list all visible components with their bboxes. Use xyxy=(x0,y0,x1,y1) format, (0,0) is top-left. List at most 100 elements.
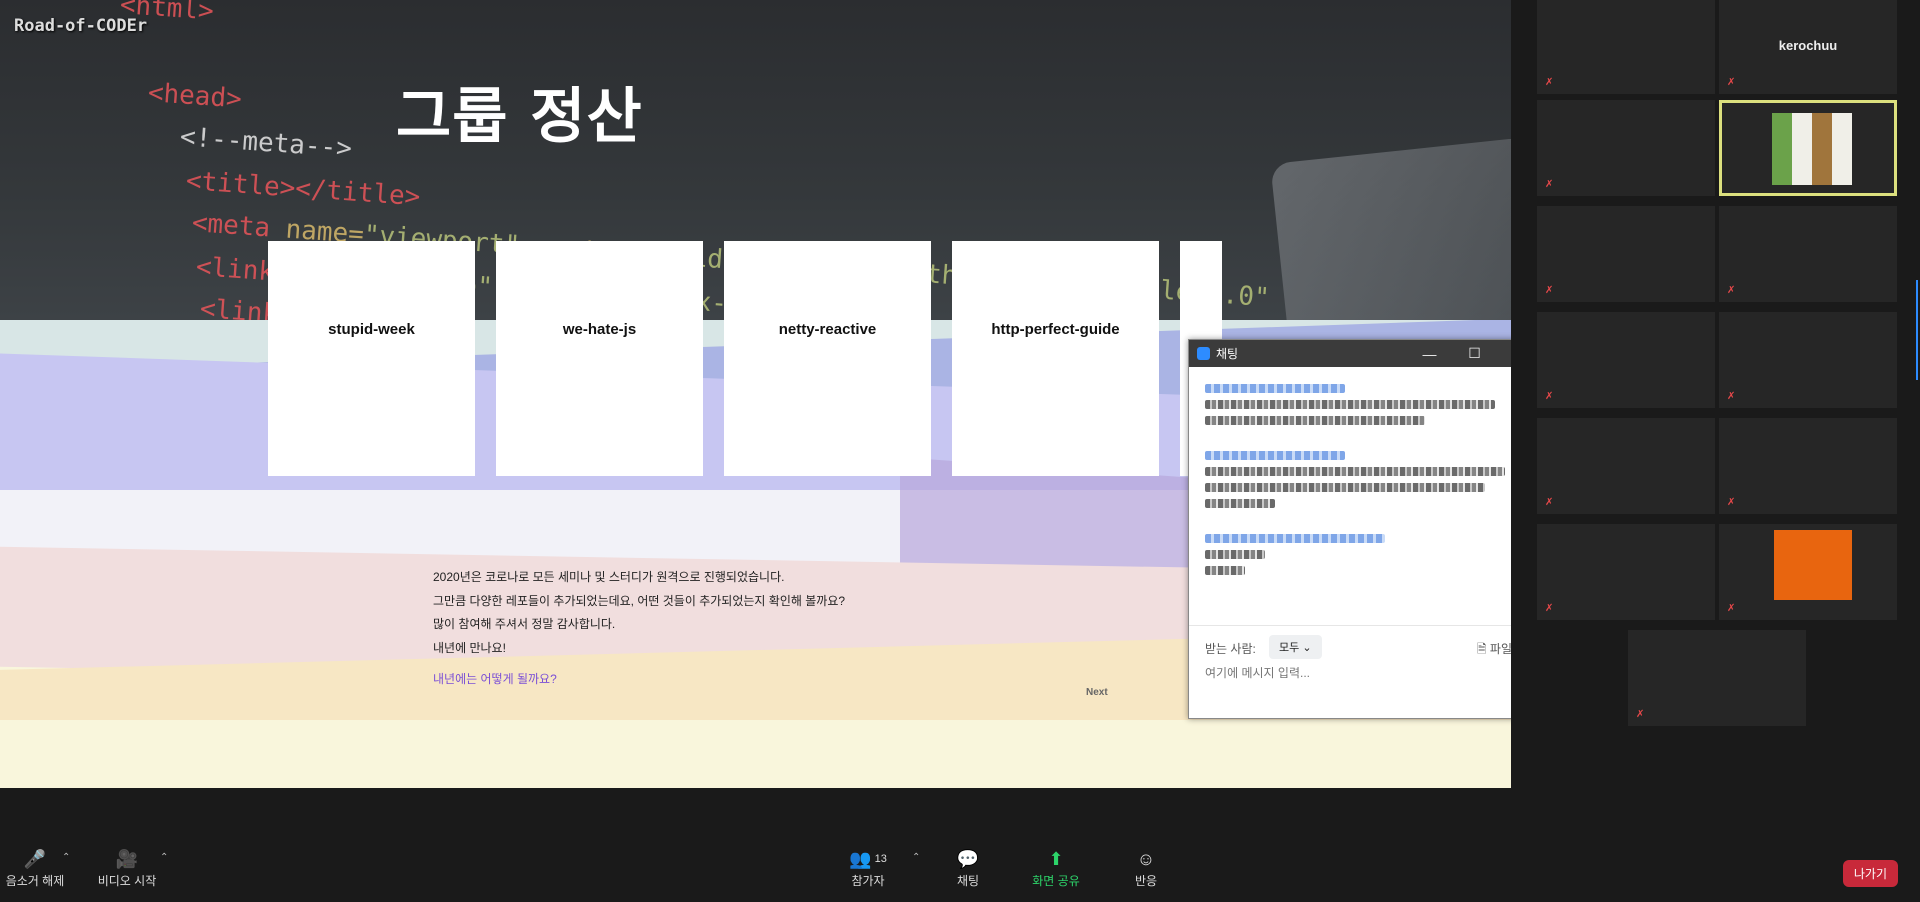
muted-mic-icon: ✗ xyxy=(1727,497,1736,508)
muted-mic-icon: ✗ xyxy=(1727,285,1736,296)
chat-message-sender xyxy=(1205,534,1385,543)
repo-card-label: netty-reactive xyxy=(778,321,877,338)
participant-tile[interactable]: ✗ xyxy=(1537,0,1715,94)
monitor-shape xyxy=(1270,136,1511,320)
chat-button[interactable]: 💬 채팅 xyxy=(948,846,988,889)
chat-label: 채팅 xyxy=(956,874,980,888)
participant-name: kerochuu xyxy=(1778,38,1838,53)
muted-mic-icon: ✗ xyxy=(1545,497,1554,508)
file-button-label: 파일 xyxy=(1489,642,1512,656)
repo-card[interactable]: stupid-week xyxy=(268,241,475,476)
chat-footer: 받는 사람: 모두 ⌄ 🗎 파일 xyxy=(1189,625,1542,720)
muted-mic-icon: ✗ xyxy=(1727,77,1736,88)
muted-mic-icon: ✗ xyxy=(1545,77,1554,88)
summary-paragraph: 2020년은 코로나로 모든 세미나 및 스터디가 원격으로 진행되었습니다. … xyxy=(433,566,845,660)
muted-mic-icon: ✗ xyxy=(1545,285,1554,296)
participant-tile[interactable]: ✗ xyxy=(1537,312,1715,408)
chat-message-text xyxy=(1205,566,1245,575)
repo-card-label: http-perfect-guide xyxy=(991,321,1120,338)
muted-mic-icon: ✗ xyxy=(1727,391,1736,402)
repo-card[interactable]: http-perfect-guide xyxy=(952,241,1159,476)
participant-tile[interactable]: ✗ xyxy=(1537,418,1715,514)
chat-window: 채팅 — ☐ ✕ 받는 사람: 모두 ⌄ 🗎 파일 xyxy=(1188,339,1543,719)
leave-button[interactable]: 나가기 xyxy=(1842,860,1898,887)
participant-tile[interactable]: ✗ xyxy=(1719,524,1897,620)
code-line: <!--meta--> xyxy=(178,122,353,164)
maximize-icon[interactable]: ☐ xyxy=(1452,340,1497,367)
share-screen-button[interactable]: ⬆ 화면 공유 xyxy=(1026,846,1086,889)
participant-tile[interactable]: ✗ xyxy=(1537,524,1715,620)
share-screen-icon: ⬆ xyxy=(1048,848,1064,869)
participants-button[interactable]: 👥 13 참가자 xyxy=(840,846,896,889)
participant-tile[interactable]: kerochuu ✗ xyxy=(1719,0,1897,94)
repo-card-label: we-hate-js xyxy=(562,321,637,338)
code-line: <title></title> xyxy=(184,166,422,213)
reactions-button[interactable]: ☺ 반응 xyxy=(1126,846,1166,889)
chat-message-sender xyxy=(1205,384,1345,393)
muted-mic-icon: 🎤 xyxy=(23,848,47,869)
chat-message-text xyxy=(1205,550,1265,559)
recipient-select[interactable]: 모두 ⌄ xyxy=(1269,635,1322,659)
chat-title: 채팅 xyxy=(1216,347,1239,361)
muted-mic-icon: ✗ xyxy=(1545,603,1554,614)
message-input[interactable] xyxy=(1205,666,1505,680)
chat-message-text xyxy=(1205,483,1485,492)
participant-tile-active-speaker[interactable] xyxy=(1719,100,1897,196)
chat-message-sender xyxy=(1205,451,1345,460)
chat-titlebar[interactable]: 채팅 — ☐ ✕ xyxy=(1189,340,1542,367)
participant-avatar xyxy=(1774,530,1852,600)
participant-tile[interactable]: ✗ xyxy=(1537,206,1715,302)
unmute-button[interactable]: 🎤 음소거 해제 xyxy=(2,846,68,889)
participant-tile[interactable]: ✗ xyxy=(1719,312,1897,408)
chat-message-text xyxy=(1205,499,1275,508)
video-off-icon: 🎥 xyxy=(115,848,139,869)
chevron-up-icon[interactable]: ⌃ xyxy=(912,852,920,863)
summary-line: 내년에 만나요! xyxy=(433,640,506,655)
participant-tile[interactable]: ✗ xyxy=(1719,418,1897,514)
summary-line: 많이 참여해 주셔서 정말 감사합니다. xyxy=(433,617,616,631)
file-button[interactable]: 🗎 파일 xyxy=(1477,640,1512,661)
next-button[interactable]: Next xyxy=(1086,687,1108,698)
recipient-value: 모두 xyxy=(1279,642,1300,654)
repo-card[interactable]: we-hate-js xyxy=(496,241,703,476)
chat-messages[interactable] xyxy=(1189,367,1530,619)
meeting-toolbar: 🎤 음소거 해제 ⌃ 🎥 비디오 시작 ⌃ 👥 13 참가자 ⌃ 💬 채팅 ⬆ 화… xyxy=(0,838,1920,902)
unmute-label: 음소거 해제 xyxy=(5,874,65,888)
summary-line: 그만큼 다양한 레포들이 추가되었는데요, 어떤 것들이 추가되었는지 확인해 … xyxy=(433,593,846,608)
chat-message-text xyxy=(1205,416,1425,425)
chat-message-text xyxy=(1205,400,1495,409)
repo-card[interactable]: netty-reactive xyxy=(724,241,931,476)
file-icon: 🗎 xyxy=(1476,642,1487,656)
zoom-icon xyxy=(1197,347,1210,360)
recipient-label: 받는 사람: xyxy=(1205,642,1256,656)
participants-count: 13 xyxy=(874,853,887,865)
reactions-icon: ☺ xyxy=(1136,848,1156,869)
chevron-up-icon[interactable]: ⌃ xyxy=(160,852,168,863)
background-band xyxy=(0,720,1511,788)
code-line: <head> xyxy=(146,78,243,115)
chevron-up-icon[interactable]: ⌃ xyxy=(62,852,70,863)
participant-avatar xyxy=(1772,113,1852,185)
muted-mic-icon: ✗ xyxy=(1727,603,1736,614)
participant-gallery: ✗ kerochuu ✗ ✗ ✗ ✗ ✗ ✗ ✗ ✗ ✗ ✗ ✗ xyxy=(1511,0,1920,800)
chevron-down-icon: ⌄ xyxy=(1302,642,1312,654)
repo-card-label: stupid-week xyxy=(328,321,415,338)
reactions-label: 반응 xyxy=(1134,874,1158,888)
start-video-button[interactable]: 🎥 비디오 시작 xyxy=(94,846,160,889)
chat-message-text xyxy=(1205,467,1505,476)
gallery-scrollbar[interactable] xyxy=(1916,280,1918,380)
muted-mic-icon: ✗ xyxy=(1545,391,1554,402)
slide-title: 그룹 정산 xyxy=(396,82,643,152)
chat-icon: 💬 xyxy=(956,848,980,869)
participant-tile[interactable]: ✗ xyxy=(1719,206,1897,302)
next-year-link[interactable]: 내년에는 어떻게 될까요? xyxy=(433,670,557,687)
participant-tile[interactable]: ✗ xyxy=(1628,630,1806,726)
participants-icon: 👥 13 xyxy=(849,848,887,869)
participants-label: 참가자 xyxy=(851,874,885,888)
muted-mic-icon: ✗ xyxy=(1636,709,1645,720)
share-screen-label: 화면 공유 xyxy=(1032,874,1080,888)
participant-tile[interactable]: ✗ xyxy=(1537,100,1715,196)
summary-line: 2020년은 코로나로 모든 세미나 및 스터디가 원격으로 진행되었습니다. xyxy=(433,570,785,584)
minimize-icon[interactable]: — xyxy=(1407,340,1452,367)
